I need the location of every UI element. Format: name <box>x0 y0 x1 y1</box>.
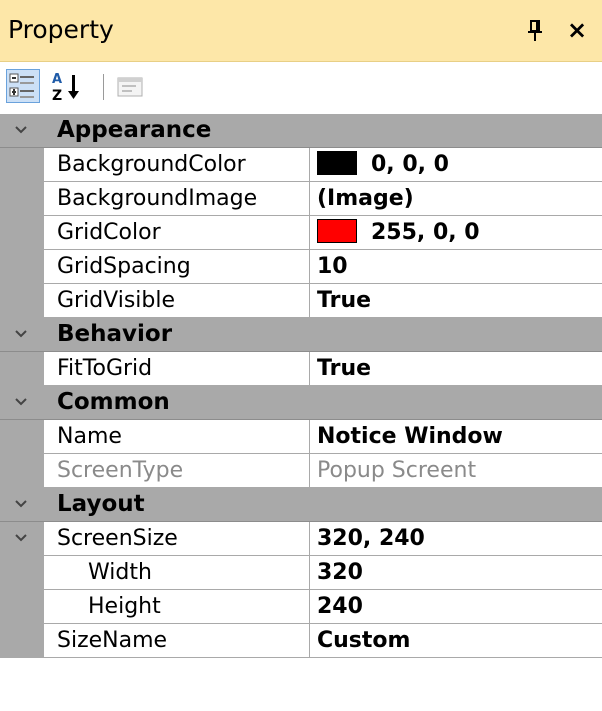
property-name: Height <box>46 590 310 623</box>
property-grid: Appearance BackgroundColor 0, 0, 0 Backg… <box>0 114 602 658</box>
property-row-gridspacing[interactable]: GridSpacing 10 <box>0 250 602 284</box>
property-name: GridSpacing <box>46 250 310 283</box>
row-margin <box>0 454 44 487</box>
property-row-backgroundimage[interactable]: BackgroundImage (Image) <box>0 182 602 216</box>
row-margin <box>0 216 44 249</box>
property-name: BackgroundColor <box>46 148 310 181</box>
property-value-text: 0, 0, 0 <box>371 152 449 177</box>
pin-icon[interactable] <box>527 20 543 42</box>
property-name: ScreenSize <box>46 522 310 555</box>
property-row-backgroundcolor[interactable]: BackgroundColor 0, 0, 0 <box>0 148 602 182</box>
row-margin <box>0 250 44 283</box>
property-value[interactable]: True <box>317 352 602 385</box>
row-margin <box>0 182 44 215</box>
property-row-width[interactable]: Width 320 <box>0 556 602 590</box>
sort-alpha-icon[interactable]: A Z <box>50 69 90 104</box>
category-label: Common <box>57 389 170 415</box>
property-value[interactable]: 10 <box>317 250 602 283</box>
property-pages-icon[interactable] <box>115 69 145 103</box>
category-behavior[interactable]: Behavior <box>0 318 602 352</box>
row-margin <box>0 522 44 555</box>
property-row-name[interactable]: Name Notice Window <box>0 420 602 454</box>
row-margin <box>0 284 44 317</box>
row-margin <box>0 624 44 657</box>
property-value[interactable]: 240 <box>317 590 602 623</box>
row-margin <box>0 148 44 181</box>
row-margin <box>0 420 44 453</box>
chevron-down-icon[interactable] <box>14 322 28 346</box>
property-row-gridcolor[interactable]: GridColor 255, 0, 0 <box>0 216 602 250</box>
property-value[interactable]: Custom <box>317 624 602 657</box>
color-swatch <box>317 151 357 175</box>
chevron-down-icon[interactable] <box>14 390 28 414</box>
title-bar[interactable]: Property × <box>0 0 602 62</box>
panel-title: Property <box>8 15 114 44</box>
property-row-fittogrid[interactable]: FitToGrid True <box>0 352 602 386</box>
property-value[interactable]: 0, 0, 0 <box>317 148 602 181</box>
chevron-down-icon[interactable] <box>14 492 28 516</box>
property-name: Width <box>46 556 310 589</box>
property-value[interactable]: 320, 240 <box>317 522 602 555</box>
property-value[interactable]: Notice Window <box>317 420 602 453</box>
close-icon[interactable]: × <box>566 18 588 42</box>
row-margin <box>0 556 44 589</box>
property-row-gridvisible[interactable]: GridVisible True <box>0 284 602 318</box>
property-name: FitToGrid <box>46 352 310 385</box>
property-name: BackgroundImage <box>46 182 310 215</box>
svg-text:Z: Z <box>52 88 62 103</box>
category-label: Behavior <box>57 321 173 347</box>
property-row-screensize[interactable]: ScreenSize 320, 240 <box>0 522 602 556</box>
property-value: Popup Screent <box>317 458 477 483</box>
category-label: Layout <box>57 491 145 517</box>
property-row-screentype: ScreenType Popup Screent <box>0 454 602 488</box>
property-name: GridVisible <box>46 284 310 317</box>
toolbar: A Z <box>0 62 602 110</box>
category-layout[interactable]: Layout <box>0 488 602 522</box>
chevron-down-icon[interactable] <box>14 118 28 142</box>
category-appearance[interactable]: Appearance <box>0 114 602 148</box>
property-value-text: 255, 0, 0 <box>371 220 480 245</box>
property-name: SizeName <box>46 624 310 657</box>
property-name: ScreenType <box>46 454 310 487</box>
row-margin <box>0 590 44 623</box>
property-name: GridColor <box>46 216 310 249</box>
category-label: Appearance <box>57 117 212 143</box>
category-common[interactable]: Common <box>0 386 602 420</box>
property-value[interactable]: True <box>317 284 602 317</box>
chevron-down-icon[interactable] <box>14 526 28 550</box>
property-name: Name <box>46 420 310 453</box>
toolbar-separator <box>103 74 104 100</box>
color-swatch <box>317 219 357 243</box>
categorized-icon[interactable] <box>6 69 40 103</box>
property-panel: Property × A Z Appearance BackgroundColo… <box>0 0 602 711</box>
property-row-sizename[interactable]: SizeName Custom <box>0 624 602 658</box>
property-row-height[interactable]: Height 240 <box>0 590 602 624</box>
property-value[interactable]: (Image) <box>317 182 602 215</box>
property-value[interactable]: 320 <box>317 556 602 589</box>
row-margin <box>0 352 44 385</box>
svg-text:A: A <box>52 72 62 87</box>
property-value[interactable]: 255, 0, 0 <box>317 216 602 249</box>
